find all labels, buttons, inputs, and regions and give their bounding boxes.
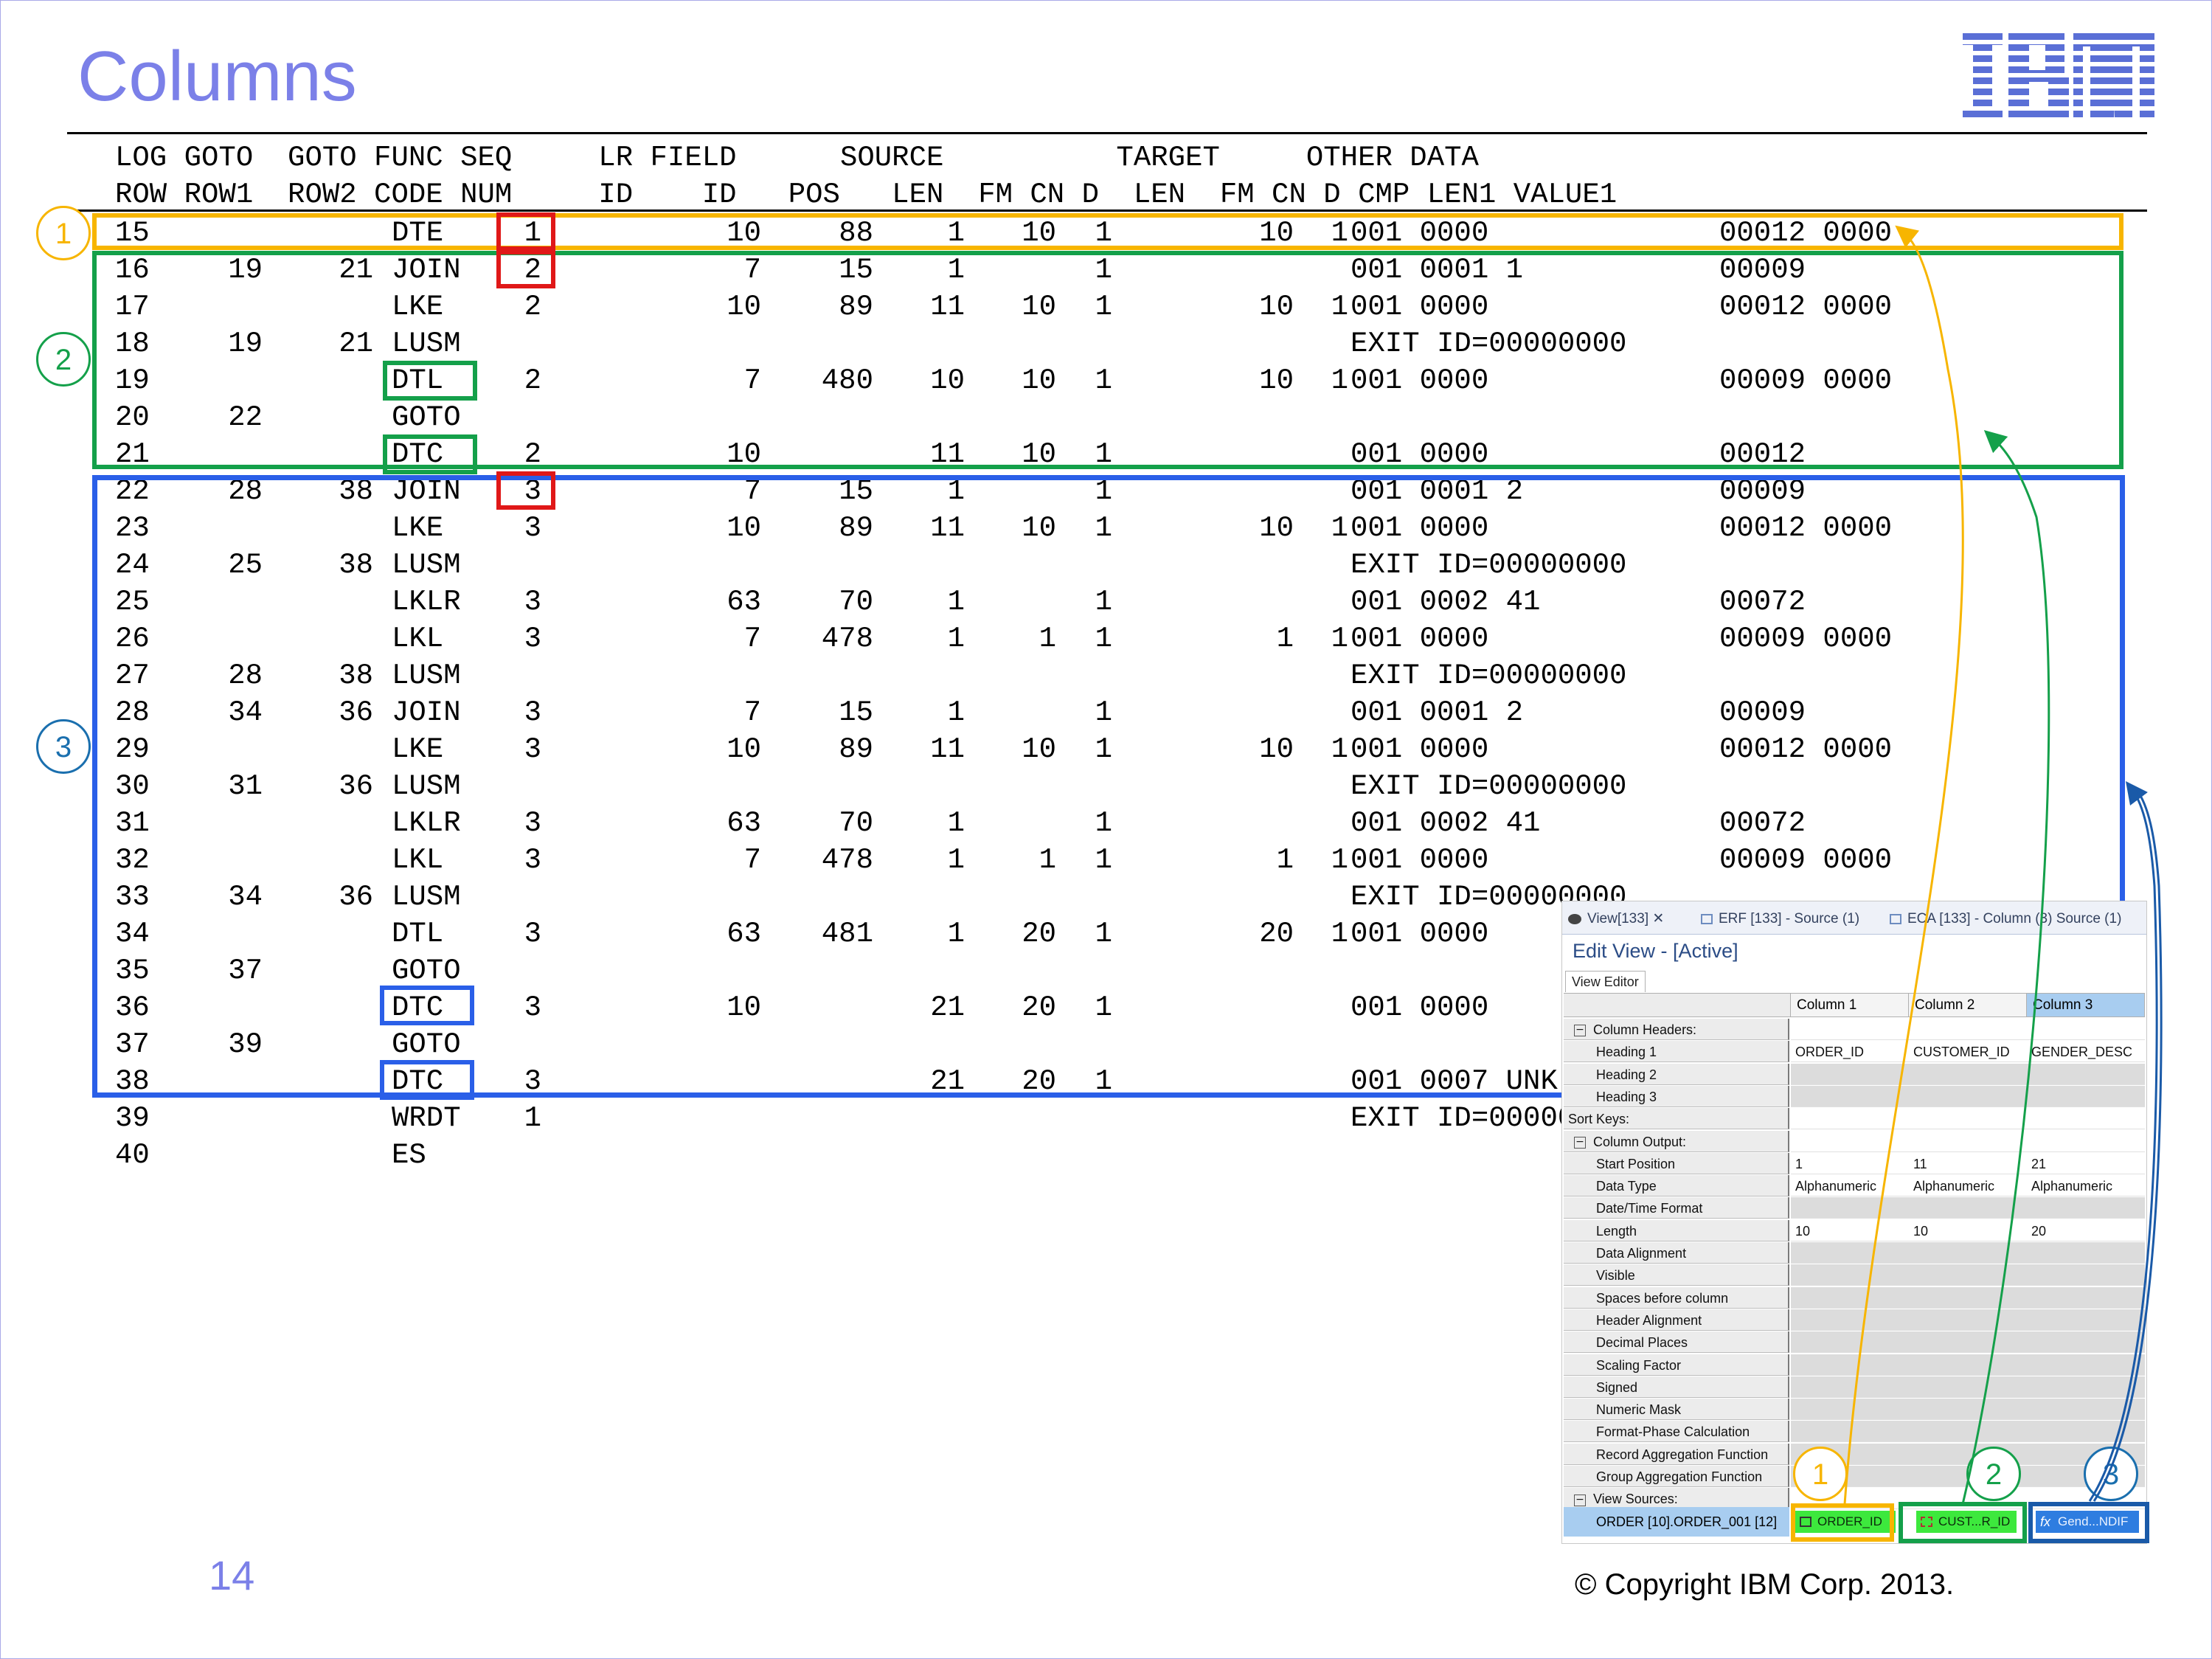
connector-arrows bbox=[1843, 225, 2163, 1505]
slide: Columns LOG GOTO GOTO FUNC SEQ LR FIELD … bbox=[0, 0, 2212, 1659]
arrow-2 bbox=[1961, 429, 2050, 1505]
copyright: © Copyright IBM Corp. 2013. bbox=[1575, 1568, 1955, 1601]
page-number: 14 bbox=[209, 1552, 255, 1599]
arrow-1 bbox=[1843, 225, 1964, 1505]
arrow-3 bbox=[2088, 780, 2158, 1502]
